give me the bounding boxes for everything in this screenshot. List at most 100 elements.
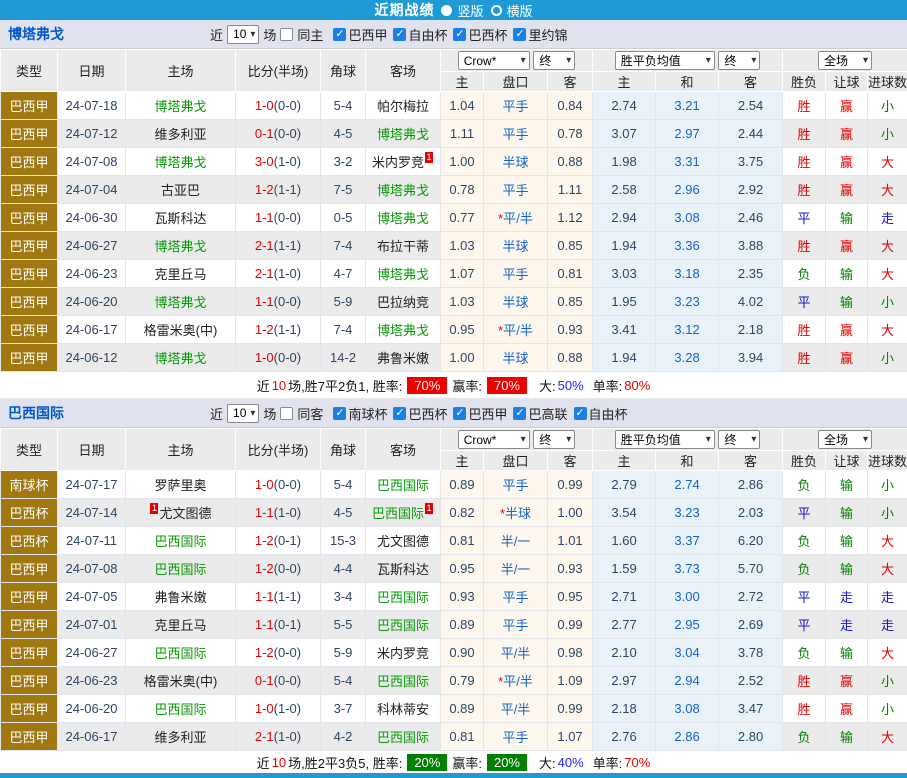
- league-checkbox[interactable]: ✓: [333, 407, 346, 420]
- wdl-average-select[interactable]: 胜平负均值▾: [615, 430, 715, 449]
- full-match-select[interactable]: 全场▾: [818, 51, 872, 70]
- result-goals: 大: [868, 260, 907, 288]
- odds-select-cell: Crow*▾ 终▾: [441, 50, 593, 72]
- league-filter[interactable]: ✓巴西杯: [393, 404, 447, 423]
- corner-score: 5-4: [321, 667, 366, 695]
- odds-company-select[interactable]: Crow*▾: [458, 51, 530, 70]
- match-date: 24-06-30: [58, 204, 126, 232]
- result-wdl: 负: [783, 260, 826, 288]
- league-filter[interactable]: ✓自由杯: [574, 404, 628, 423]
- league-filter[interactable]: ✓里约锦: [513, 25, 567, 44]
- league-filter[interactable]: ✓巴西杯: [453, 25, 507, 44]
- league-checkbox[interactable]: ✓: [453, 28, 466, 41]
- match-row: 巴西甲 24-06-23 格雷米奥(中) 0-1(0-0) 5-4 巴西国际 0…: [1, 667, 907, 695]
- home-team: 巴西国际: [126, 695, 236, 723]
- draw-avg-odds: 3.23: [656, 288, 719, 316]
- lose-avg-odds: 2.72: [719, 583, 783, 611]
- match-score: 1-1(1-0): [236, 499, 321, 527]
- match-score: 3-0(1-0): [236, 148, 321, 176]
- big-label: 大:: [539, 753, 556, 772]
- match-type: 巴西甲: [1, 667, 58, 695]
- win-avg-odds: 1.60: [593, 527, 656, 555]
- same-venue-checkbox[interactable]: [280, 407, 293, 420]
- match-score: 1-2(1-1): [236, 316, 321, 344]
- match-type: 巴西甲: [1, 260, 58, 288]
- recent-count-select[interactable]: 10▾: [227, 404, 259, 423]
- away-team: 巴西国际: [366, 611, 441, 639]
- home-team: 弗鲁米嫩: [126, 583, 236, 611]
- league-filter[interactable]: ✓巴西甲: [333, 25, 387, 44]
- same-venue-checkbox[interactable]: [280, 28, 293, 41]
- summary-text: 近: [257, 376, 270, 395]
- league-checkbox[interactable]: ✓: [333, 28, 346, 41]
- single-label: 单率:: [593, 753, 623, 772]
- lose-avg-odds: 4.02: [719, 288, 783, 316]
- league-checkbox[interactable]: ✓: [393, 407, 406, 420]
- match-row: 巴西甲 24-07-01 克里丘马 1-1(0-1) 5-5 巴西国际 0.89…: [1, 611, 907, 639]
- lose-avg-odds: 2.52: [719, 667, 783, 695]
- league-checkbox[interactable]: ✓: [574, 407, 587, 420]
- page-title: 近期战绩: [374, 0, 434, 20]
- result-wdl: 平: [783, 611, 826, 639]
- draw-avg-odds: 3.12: [656, 316, 719, 344]
- result-wdl: 平: [783, 499, 826, 527]
- final-odds-select[interactable]: 终▾: [533, 430, 575, 449]
- league-filter[interactable]: ✓巴高联: [513, 404, 567, 423]
- recent-count-select[interactable]: 10▾: [227, 25, 259, 44]
- match-row: 巴西甲 24-06-23 克里丘马 2-1(1-0) 4-7 博塔弗戈 1.07…: [1, 260, 907, 288]
- single-rate: 80%: [624, 378, 650, 393]
- away-odds: 0.93: [548, 555, 593, 583]
- result-wdl: 负: [783, 723, 826, 751]
- horizontal-layout-radio[interactable]: [491, 5, 502, 16]
- result-handicap: 输: [826, 471, 868, 499]
- result-wdl: 平: [783, 583, 826, 611]
- home-odds: 1.00: [441, 148, 484, 176]
- final-wdl-select[interactable]: 终▾: [718, 51, 760, 70]
- home-team: 维多利亚: [126, 723, 236, 751]
- chevron-down-icon: ▾: [751, 55, 756, 66]
- home-team: 博塔弗戈: [126, 288, 236, 316]
- result-wdl: 胜: [783, 120, 826, 148]
- section-header-internacional: 巴西国际 近 10▾ 场 同客 ✓南球杯✓巴西杯✓巴西甲✓巴高联✓自由杯: [0, 399, 907, 428]
- final-wdl-select[interactable]: 终▾: [718, 430, 760, 449]
- vertical-layout-radio[interactable]: [441, 5, 452, 16]
- match-row: 巴西甲 24-06-17 维多利亚 2-1(1-0) 4-2 巴西国际 0.81…: [1, 723, 907, 751]
- league-filter-group: ✓巴西甲 ✓自由杯 ✓巴西杯 ✓里约锦: [327, 25, 567, 44]
- match-score: 1-1(0-0): [236, 288, 321, 316]
- table-header: 类型 日期 主场 比分(半场) 角球 客场 Crow*▾ 终▾ 胜平负均值▾ 终…: [1, 429, 907, 471]
- league-checkbox[interactable]: ✓: [513, 407, 526, 420]
- result-goals: 小: [868, 667, 907, 695]
- col-handicap: 盘口: [484, 72, 548, 92]
- home-odds: 0.95: [441, 316, 484, 344]
- odds-company-select[interactable]: Crow*▾: [458, 430, 530, 449]
- col-corner: 角球: [321, 429, 366, 471]
- league-checkbox[interactable]: ✓: [453, 407, 466, 420]
- chevron-down-icon: ▾: [706, 55, 711, 66]
- col-goals: 进球数: [868, 451, 907, 471]
- final-odds-select[interactable]: 终▾: [533, 51, 575, 70]
- handicap-line: 半球: [484, 344, 548, 372]
- win-avg-odds: 1.59: [593, 555, 656, 583]
- draw-avg-odds: 2.97: [656, 120, 719, 148]
- league-filter[interactable]: ✓自由杯: [393, 25, 447, 44]
- matches-body: 南球杯 24-07-17 罗萨里奥 1-0(0-0) 5-4 巴西国际 0.89…: [1, 471, 907, 751]
- draw-avg-odds: 3.04: [656, 639, 719, 667]
- horizontal-layout-label[interactable]: 横版: [507, 1, 533, 20]
- result-wdl: 平: [783, 204, 826, 232]
- league-checkbox[interactable]: ✓: [393, 28, 406, 41]
- result-goals: 小: [868, 92, 907, 120]
- wdl-average-select[interactable]: 胜平负均值▾: [615, 51, 715, 70]
- col-win: 主: [593, 451, 656, 471]
- handicap-rate-label: 赢率:: [452, 376, 482, 395]
- match-type: 巴西甲: [1, 204, 58, 232]
- vertical-layout-label[interactable]: 竖版: [457, 1, 483, 20]
- full-match-select[interactable]: 全场▾: [818, 430, 872, 449]
- league-checkbox[interactable]: ✓: [513, 28, 526, 41]
- league-filter[interactable]: ✓巴西甲: [453, 404, 507, 423]
- draw-avg-odds: 3.21: [656, 92, 719, 120]
- col-type: 类型: [1, 50, 58, 92]
- col-type: 类型: [1, 429, 58, 471]
- col-odds-away: 客: [548, 72, 593, 92]
- league-filter[interactable]: ✓南球杯: [333, 404, 387, 423]
- home-team: 格雷米奥(中): [126, 667, 236, 695]
